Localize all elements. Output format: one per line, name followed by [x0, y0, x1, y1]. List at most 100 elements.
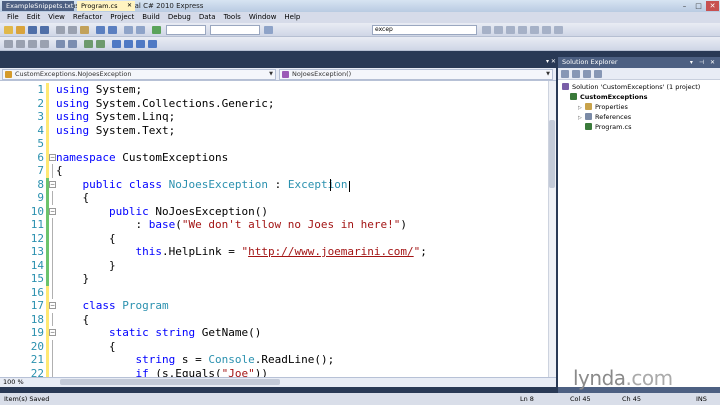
- code-line[interactable]: 20 {: [0, 339, 548, 353]
- menu-view[interactable]: View: [44, 12, 69, 23]
- uncomment-icon[interactable]: [96, 40, 105, 48]
- menu-file[interactable]: File: [3, 12, 23, 23]
- collapse-region-icon[interactable]: −: [49, 302, 56, 309]
- quick-info-icon[interactable]: [28, 40, 37, 48]
- code-line[interactable]: 12 {: [0, 231, 548, 245]
- new-project-icon[interactable]: [4, 26, 13, 34]
- code-line[interactable]: 1 using System;: [0, 83, 548, 97]
- close-tab-icon[interactable]: ✕: [127, 1, 132, 11]
- undo-icon[interactable]: [96, 26, 105, 34]
- code-line[interactable]: 19− static string GetName(): [0, 326, 548, 340]
- view-code-icon[interactable]: [594, 70, 602, 78]
- clear-bookmarks-icon[interactable]: [148, 40, 157, 48]
- zoom-level[interactable]: 100 %: [3, 378, 24, 386]
- save-all-icon[interactable]: [40, 26, 49, 34]
- code-line[interactable]: 15 }: [0, 272, 548, 286]
- platform-combo[interactable]: [210, 25, 260, 35]
- increase-indent-icon[interactable]: [68, 40, 77, 48]
- paste-icon[interactable]: [80, 26, 89, 34]
- find-next-icon[interactable]: [482, 26, 491, 34]
- menu-window[interactable]: Window: [245, 12, 281, 23]
- cut-icon[interactable]: [56, 26, 65, 34]
- close-button[interactable]: ✕: [706, 1, 719, 11]
- tree-item[interactable]: ▷ Properties: [578, 102, 628, 112]
- tab-program-label: Program.cs: [81, 2, 118, 10]
- code-text: string s = Console.ReadLine();: [135, 353, 335, 366]
- navigate-forward-icon[interactable]: [136, 26, 145, 34]
- solution-config-combo[interactable]: [166, 25, 206, 35]
- code-line[interactable]: 7{: [0, 164, 548, 178]
- code-line[interactable]: 14 }: [0, 258, 548, 272]
- refresh-icon[interactable]: [583, 70, 591, 78]
- object-browser-icon[interactable]: [518, 26, 527, 34]
- menu-edit[interactable]: Edit: [23, 12, 45, 23]
- collapse-region-icon[interactable]: −: [49, 207, 56, 215]
- open-file-icon[interactable]: [16, 26, 25, 34]
- bookmark-icon[interactable]: [112, 40, 121, 48]
- properties-icon[interactable]: [561, 70, 569, 78]
- menu-project[interactable]: Project: [106, 12, 138, 23]
- code-line[interactable]: 5: [0, 137, 548, 151]
- code-line[interactable]: 9 {: [0, 191, 548, 205]
- comment-out-icon[interactable]: [84, 40, 93, 48]
- show-all-files-icon[interactable]: [572, 70, 580, 78]
- tree-item[interactable]: ▷ References: [578, 112, 631, 122]
- previous-bookmark-icon[interactable]: [124, 40, 133, 48]
- code-line[interactable]: 18 {: [0, 312, 548, 326]
- menu-help[interactable]: Help: [280, 12, 304, 23]
- members-combo[interactable]: NoJoesException() ▼: [279, 69, 553, 80]
- redo-icon[interactable]: [108, 26, 117, 34]
- tab-example-snippets[interactable]: ExampleSnippets.txt: [2, 1, 74, 11]
- save-icon[interactable]: [28, 26, 37, 34]
- complete-word-icon[interactable]: [40, 40, 49, 48]
- code-line[interactable]: 8− public class NoJoesException : Except…: [0, 177, 548, 191]
- outline-guide: [52, 231, 53, 245]
- find-in-files-icon[interactable]: [264, 26, 273, 34]
- code-line[interactable]: 2 using System.Collections.Generic;: [0, 96, 548, 110]
- code-line[interactable]: 22 if (s.Equals("Joe")): [0, 366, 548, 377]
- code-line[interactable]: 3 using System.Linq;: [0, 110, 548, 124]
- tab-program-cs[interactable]: Program.cs ✕: [77, 1, 135, 11]
- code-line[interactable]: 16: [0, 285, 548, 299]
- menu-refactor[interactable]: Refactor: [69, 12, 106, 23]
- code-editor[interactable]: 1 using System; 2 using System.Collections.…: [0, 81, 556, 377]
- maximize-button[interactable]: □: [692, 1, 705, 11]
- copy-icon[interactable]: [68, 26, 77, 34]
- code-line[interactable]: 13 this.HelpLink = "http://www.joemarini…: [0, 245, 548, 259]
- collapse-region-icon[interactable]: −: [49, 180, 56, 188]
- collapse-region-icon[interactable]: −: [49, 329, 56, 336]
- menu-tools[interactable]: Tools: [220, 12, 245, 23]
- tree-item[interactable]: Solution 'CustomExceptions' (1 project): [562, 82, 700, 92]
- vertical-scrollbar-thumb[interactable]: [549, 120, 555, 188]
- active-files-dropdown-icon[interactable]: ▾ ✕: [546, 58, 556, 65]
- menu-build[interactable]: Build: [138, 12, 164, 23]
- start-debugging-icon[interactable]: [152, 26, 161, 34]
- start-page-icon[interactable]: [542, 26, 551, 34]
- pin-close-icons[interactable]: ▾ ⊣ ✕: [690, 57, 717, 68]
- menu-data[interactable]: Data: [195, 12, 220, 23]
- types-combo[interactable]: CustomExceptions.NoJoesException ▼: [2, 69, 276, 80]
- code-line[interactable]: 4 using System.Text;: [0, 123, 548, 137]
- code-line[interactable]: 17− class Program: [0, 299, 548, 313]
- find-combo[interactable]: excep: [372, 25, 477, 35]
- toolbox-icon[interactable]: [530, 26, 539, 34]
- minimize-button[interactable]: –: [678, 1, 691, 11]
- code-line[interactable]: 6− namespace CustomExceptions: [0, 150, 548, 164]
- code-line[interactable]: 11 : base("We don't allow no Joes in her…: [0, 218, 548, 232]
- horizontal-scrollbar-thumb[interactable]: [60, 379, 280, 385]
- extension-manager-icon[interactable]: [554, 26, 563, 34]
- line-number: 3: [37, 110, 44, 123]
- member-list-icon[interactable]: [4, 40, 13, 48]
- parameter-info-icon[interactable]: [16, 40, 25, 48]
- tree-item[interactable]: Program.cs: [578, 122, 631, 132]
- tree-item[interactable]: CustomExceptions: [570, 92, 647, 102]
- code-line[interactable]: 10− public NoJoesException(): [0, 204, 548, 218]
- collapse-region-icon[interactable]: −: [49, 153, 56, 161]
- next-bookmark-icon[interactable]: [136, 40, 145, 48]
- decrease-indent-icon[interactable]: [56, 40, 65, 48]
- navigate-back-icon[interactable]: [124, 26, 133, 34]
- code-line[interactable]: 21 string s = Console.ReadLine();: [0, 353, 548, 367]
- menu-debug[interactable]: Debug: [164, 12, 195, 23]
- solution-explorer-icon[interactable]: [494, 26, 503, 34]
- properties-window-icon[interactable]: [506, 26, 515, 34]
